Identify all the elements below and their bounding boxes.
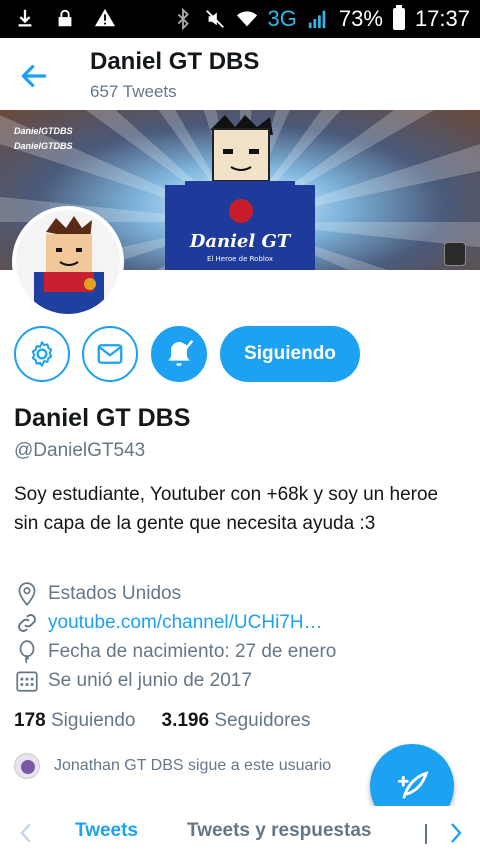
birthday-text: Fecha de nacimiento: 27 de enero: [48, 641, 337, 662]
following-button[interactable]: Siguiendo: [220, 326, 360, 382]
follow-stats: 178 Siguiendo 3.196 Seguidores: [14, 710, 310, 732]
followers-count: 3.196: [161, 710, 210, 731]
profile-bio: Soy estudiante, Youtuber con +68k y soy …: [14, 484, 439, 534]
calendar-icon: [16, 671, 38, 692]
notifications-button[interactable]: [151, 326, 207, 382]
message-button[interactable]: [82, 326, 138, 382]
following-stat[interactable]: 178 Siguiendo: [14, 710, 136, 732]
download-icon: [18, 9, 32, 27]
clock: 17:37: [414, 6, 470, 31]
arrow-left-icon[interactable]: [18, 60, 50, 92]
followed-by-row[interactable]: Jonathan GT DBS sigue a este usuario: [14, 752, 331, 780]
link-icon: [18, 614, 36, 632]
banner-logo-text: Daniel GT: [189, 231, 292, 252]
followers-stat[interactable]: 3.196 Seguidores: [162, 710, 311, 732]
location-pin-icon: [18, 582, 36, 607]
compose-feather-icon: [397, 771, 429, 799]
following-label: Siguiendo: [50, 710, 136, 731]
profile-tabs: Tweets Tweets y respuestas: [0, 806, 480, 854]
bluetooth-icon: [177, 7, 189, 31]
location-text: Estados Unidos: [48, 583, 182, 604]
envelope-icon: [97, 344, 123, 364]
tabs-scroll-right-icon[interactable]: [444, 818, 468, 848]
banner-twitter-tag: DanielGTDBS: [14, 126, 73, 136]
battery-icon: [392, 5, 405, 30]
network-type: 3G: [267, 6, 297, 31]
status-bar: 3G 73% 17:37: [0, 0, 480, 38]
banner-logo-sub: El Heroe de Roblox: [207, 255, 273, 263]
warning-icon: [94, 8, 116, 27]
website-row: youtube.com/channel/UCHi7H…: [14, 609, 323, 637]
banner-youtube-tag: DanielGTDBS: [14, 141, 73, 151]
website-link[interactable]: youtube.com/channel/UCHi7H…: [48, 612, 323, 634]
banner-badge-icon: [444, 242, 466, 266]
follower-avatar: [14, 753, 40, 779]
settings-button[interactable]: [14, 326, 70, 382]
tabs-scroll-left-icon[interactable]: [14, 818, 38, 848]
tweet-count: 657 Tweets: [90, 82, 177, 101]
avatar[interactable]: [12, 206, 124, 318]
mute-icon: [205, 10, 224, 28]
profile-handle: @DanielGT543: [14, 440, 146, 461]
followed-by-text: Jonathan GT DBS sigue a este usuario: [54, 757, 332, 774]
banner-character-image: Daniel GT El Heroe de Roblox: [165, 115, 315, 270]
tab-tweets[interactable]: Tweets: [75, 820, 138, 842]
signal-icon: [308, 10, 326, 29]
profile-name: Daniel GT DBS: [14, 404, 191, 432]
followers-label: Seguidores: [214, 710, 311, 731]
battery-percent: 73%: [338, 6, 383, 31]
balloon-icon: [19, 640, 35, 664]
gear-icon: [31, 341, 53, 367]
following-count: 178: [14, 710, 46, 731]
header-title: Daniel GT DBS: [90, 48, 260, 75]
bell-check-icon: [168, 339, 194, 366]
wifi-icon: [236, 11, 257, 27]
birthday-row: Fecha de nacimiento: 27 de enero: [14, 638, 336, 666]
lock-icon: [58, 9, 72, 27]
joined-text: Se unió el junio de 2017: [48, 670, 252, 691]
app-bar: Daniel GT DBS 657 Tweets: [0, 38, 480, 110]
avatar-character-image: [16, 210, 120, 314]
tab-tweets-replies[interactable]: Tweets y respuestas: [187, 820, 371, 842]
location-row: Estados Unidos: [14, 580, 181, 608]
joined-row: Se unió el junio de 2017: [14, 667, 252, 695]
tab-separator: [425, 824, 427, 844]
